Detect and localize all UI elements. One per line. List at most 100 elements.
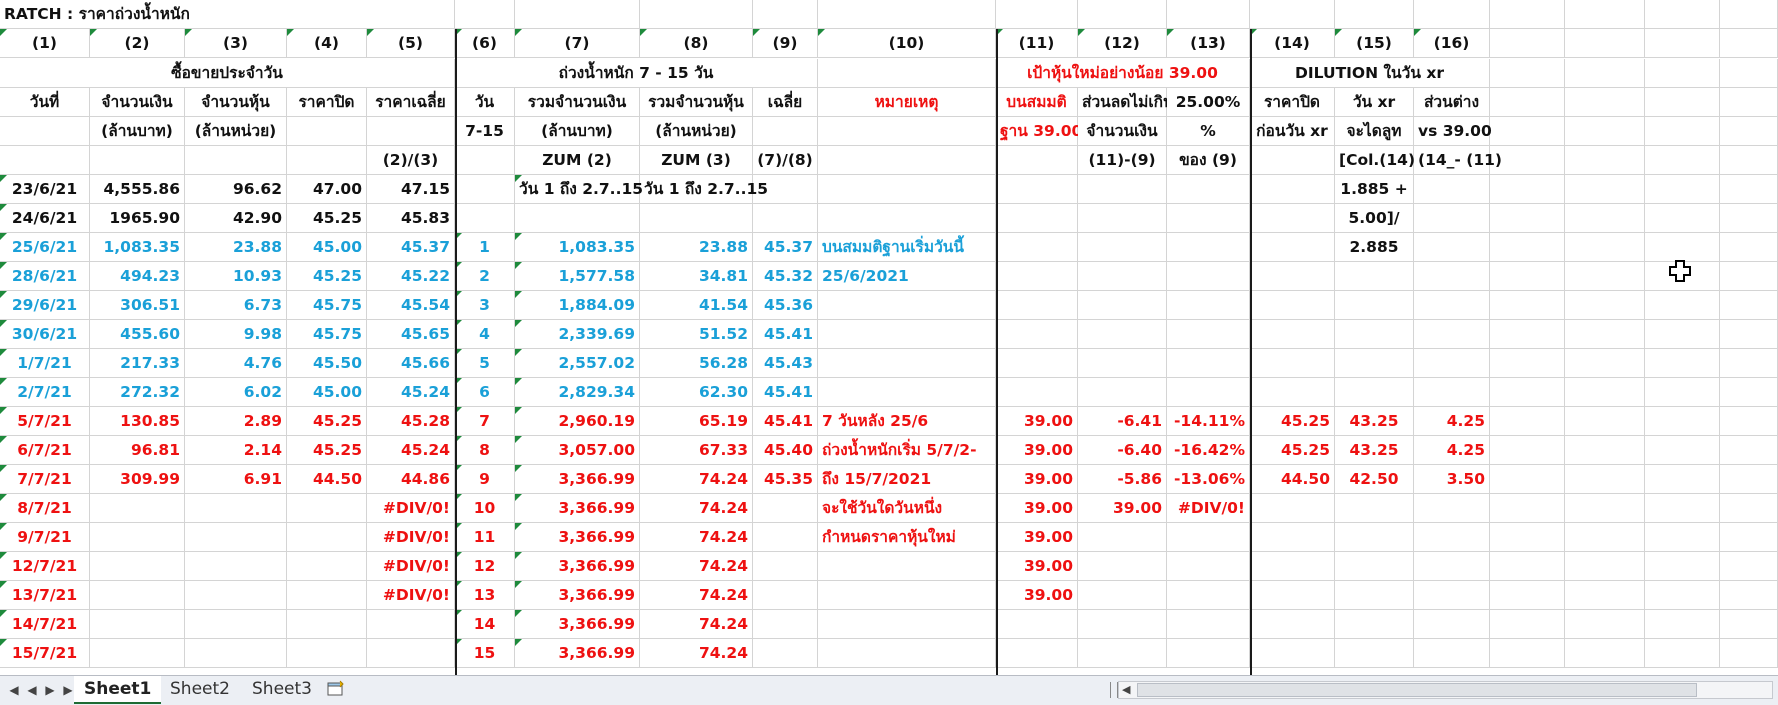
grid-cell[interactable]: [818, 581, 996, 610]
grid-cell[interactable]: [1565, 233, 1645, 262]
grid-cell[interactable]: [1490, 407, 1565, 436]
grid-cell[interactable]: [1414, 523, 1490, 552]
grid-cell[interactable]: [996, 0, 1078, 29]
grid-cell[interactable]: [1167, 378, 1250, 407]
data-cell-day[interactable]: 12: [455, 552, 515, 581]
data-cell-base[interactable]: 39.00: [996, 407, 1078, 436]
data-cell-shares[interactable]: 9.98: [185, 320, 287, 349]
header-cell[interactable]: วันที่: [0, 88, 90, 117]
grid-cell[interactable]: [1167, 204, 1250, 233]
grid-cell[interactable]: [1335, 378, 1414, 407]
column-number-cell[interactable]: (7): [515, 29, 640, 58]
data-cell-sum_sh[interactable]: 74.24: [640, 465, 753, 494]
header-cell[interactable]: [Col.(14)*: [1335, 146, 1423, 175]
data-cell-base[interactable]: 39.00: [996, 494, 1078, 523]
grid-cell[interactable]: [996, 378, 1078, 407]
data-cell-close[interactable]: 45.25: [287, 436, 367, 465]
tab-sheet3[interactable]: Sheet3: [242, 676, 322, 702]
column-number-cell[interactable]: (3): [185, 29, 287, 58]
data-cell-date[interactable]: 15/7/21: [0, 639, 90, 668]
grid-cell[interactable]: [1250, 610, 1335, 639]
grid-cell[interactable]: [1645, 88, 1720, 117]
grid-cell[interactable]: [1414, 175, 1490, 204]
data-cell-base[interactable]: 39.00: [996, 436, 1078, 465]
data-cell-note[interactable]: 7 วันหลัง 25/6: [818, 407, 996, 436]
group-header-target[interactable]: เป้าหุ้นใหม่อย่างน้อย 39.00: [996, 59, 1250, 88]
scroll-left-icon[interactable]: ◀: [1122, 682, 1130, 698]
data-cell-sum_amt[interactable]: 3,366.99: [515, 552, 640, 581]
header-cell[interactable]: จำนวนเงิน: [90, 88, 185, 117]
grid-cell[interactable]: [1565, 0, 1645, 29]
grid-cell[interactable]: [1645, 0, 1720, 29]
grid-cell[interactable]: [287, 552, 367, 581]
data-cell-date[interactable]: 1/7/21: [0, 349, 90, 378]
data-cell-close[interactable]: 44.50: [287, 465, 367, 494]
grid-cell[interactable]: [1645, 465, 1720, 494]
grid-cell[interactable]: [1720, 233, 1778, 262]
grid-cell[interactable]: [1167, 552, 1250, 581]
grid-cell[interactable]: [1565, 639, 1645, 668]
grid-cell[interactable]: [1565, 88, 1645, 117]
grid-cell[interactable]: [1565, 59, 1645, 88]
data-cell-amount[interactable]: 4,555.86: [90, 175, 185, 204]
header-cell[interactable]: [287, 117, 367, 146]
data-cell-sum_amt[interactable]: 2,339.69: [515, 320, 640, 349]
grid-cell[interactable]: [1335, 494, 1414, 523]
data-cell-date[interactable]: 29/6/21: [0, 291, 90, 320]
grid-cell[interactable]: [1078, 175, 1167, 204]
column-number-cell[interactable]: (5): [367, 29, 455, 58]
header-cell[interactable]: (14_- (11): [1414, 146, 1502, 175]
grid-cell[interactable]: [996, 233, 1078, 262]
header-cell[interactable]: ราคาเฉลี่ย: [367, 88, 455, 117]
data-cell-avg[interactable]: 47.15: [367, 175, 455, 204]
grid-cell[interactable]: [996, 262, 1078, 291]
grid-cell[interactable]: [1335, 523, 1414, 552]
grid-cell[interactable]: [1078, 233, 1167, 262]
grid-cell[interactable]: [185, 523, 287, 552]
data-cell-sum_sh[interactable]: 56.28: [640, 349, 753, 378]
column-number-cell[interactable]: (1): [0, 29, 90, 58]
grid-cell[interactable]: [1720, 523, 1778, 552]
grid-cell[interactable]: [1565, 29, 1645, 58]
column-number-cell[interactable]: (9): [753, 29, 818, 58]
grid-cell[interactable]: [1414, 204, 1490, 233]
grid-cell[interactable]: [1720, 407, 1778, 436]
header-cell[interactable]: vs 39.00: [1414, 117, 1492, 146]
grid-cell[interactable]: [1078, 639, 1167, 668]
data-cell-close[interactable]: 45.75: [287, 291, 367, 320]
data-cell-amount[interactable]: 272.32: [90, 378, 185, 407]
grid-cell[interactable]: [1167, 349, 1250, 378]
spreadsheet-grid[interactable]: RATCH : ราคาถ่วงน้ำหนัก (1) (2) (3) (4) (5) (6…: [0, 0, 1778, 675]
grid-cell[interactable]: [818, 349, 996, 378]
grid-cell[interactable]: [287, 581, 367, 610]
header-cell[interactable]: [0, 117, 90, 146]
grid-cell[interactable]: [287, 523, 367, 552]
column-number-cell[interactable]: (8): [640, 29, 753, 58]
column-number-cell[interactable]: (14): [1250, 29, 1335, 58]
grid-cell[interactable]: [1414, 378, 1490, 407]
grid-cell[interactable]: [1250, 320, 1335, 349]
header-cell[interactable]: ของ (9): [1167, 146, 1250, 175]
grid-cell[interactable]: [1250, 175, 1335, 204]
grid-cell[interactable]: [1167, 291, 1250, 320]
data-cell-shares[interactable]: 6.02: [185, 378, 287, 407]
data-cell-base[interactable]: 39.00: [996, 465, 1078, 494]
grid-cell[interactable]: [1490, 581, 1565, 610]
data-cell-shares[interactable]: 6.91: [185, 465, 287, 494]
data-cell-date[interactable]: 2/7/21: [0, 378, 90, 407]
data-cell-avg[interactable]: #DIV/0!: [367, 552, 455, 581]
data-cell-avg[interactable]: 45.22: [367, 262, 455, 291]
data-cell-note[interactable]: กำหนดราคาหุ้นใหม่: [818, 523, 996, 552]
grid-cell[interactable]: [455, 204, 515, 233]
grid-cell[interactable]: [1565, 320, 1645, 349]
data-cell-vs[interactable]: 4.25: [1414, 436, 1490, 465]
grid-cell[interactable]: [1250, 0, 1335, 29]
header-cell[interactable]: จำนวนเงิน: [1078, 117, 1167, 146]
grid-cell[interactable]: [753, 581, 818, 610]
header-cell[interactable]: ราคาปิด: [287, 88, 367, 117]
data-cell-date[interactable]: 30/6/21: [0, 320, 90, 349]
data-cell-date[interactable]: 5/7/21: [0, 407, 90, 436]
grid-cell[interactable]: [185, 494, 287, 523]
data-cell-sum_sh[interactable]: 74.24: [640, 552, 753, 581]
data-cell-xr[interactable]: 5.00]/: [1335, 204, 1414, 233]
